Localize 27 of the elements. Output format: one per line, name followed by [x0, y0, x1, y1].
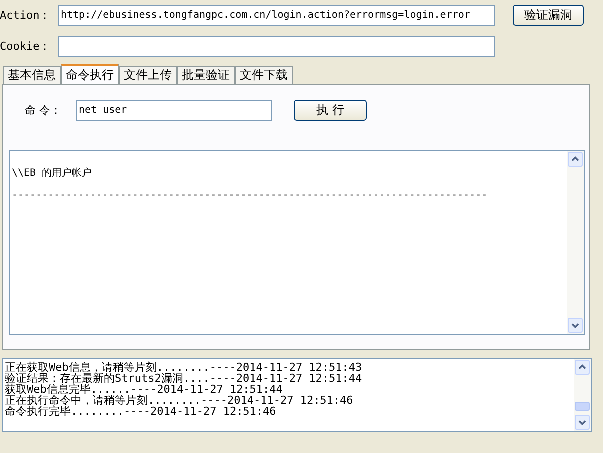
command-label: 命 令： — [25, 102, 62, 118]
output-line: ------------------------------------------------------------------------------- — [12, 189, 489, 203]
scroll-thumb[interactable] — [575, 402, 590, 411]
log-line: 验证结果：存在最新的Struts2漏洞....----2014-11-27 12:51:44 — [5, 373, 364, 384]
tab[interactable]: 文件下载 — [235, 66, 293, 84]
cookie-field[interactable] — [58, 36, 495, 56]
scroll-up-icon[interactable] — [575, 360, 590, 375]
action-label: Action： — [0, 8, 52, 23]
scroll-down-icon[interactable] — [575, 415, 590, 430]
tab[interactable]: 批量验证 — [177, 66, 235, 84]
log-line: 命令执行完毕........----2014-11-27 12:51:46 — [5, 406, 278, 417]
output-line: \\EB 的用户帐户 — [12, 166, 94, 181]
tab[interactable]: 命令执行 — [61, 64, 119, 84]
scroll-up-icon[interactable] — [568, 152, 583, 167]
log-line: 获取Web信息完毕......----2014-11-27 12:51:44 — [5, 384, 283, 395]
scroll-down-icon[interactable] — [568, 318, 583, 333]
output-area[interactable]: \\EB 的用户帐户 ------------------------------------------------------------------------------- — [9, 150, 585, 335]
command-field[interactable]: net user — [76, 100, 272, 120]
cookie-label: Cookie： — [0, 38, 52, 54]
log-line: 正在获取Web信息，请稍等片刻........----2014-11-27 12:51:43 — [5, 362, 364, 373]
tab[interactable]: 文件上传 — [119, 66, 177, 84]
log-line: 正在执行命令中，请稍等片刻........----2014-11-27 12:51:46 — [5, 395, 354, 406]
execute-button[interactable]: 执 行 — [294, 100, 367, 120]
log-area[interactable] — [2, 358, 592, 432]
verify-button[interactable]: 验证漏洞 — [513, 5, 584, 26]
tab[interactable]: 基本信息 — [3, 66, 61, 84]
action-field[interactable]: http://ebusiness.tongfangpc.com.cn/login.action?errormsg=login.error — [58, 5, 495, 26]
